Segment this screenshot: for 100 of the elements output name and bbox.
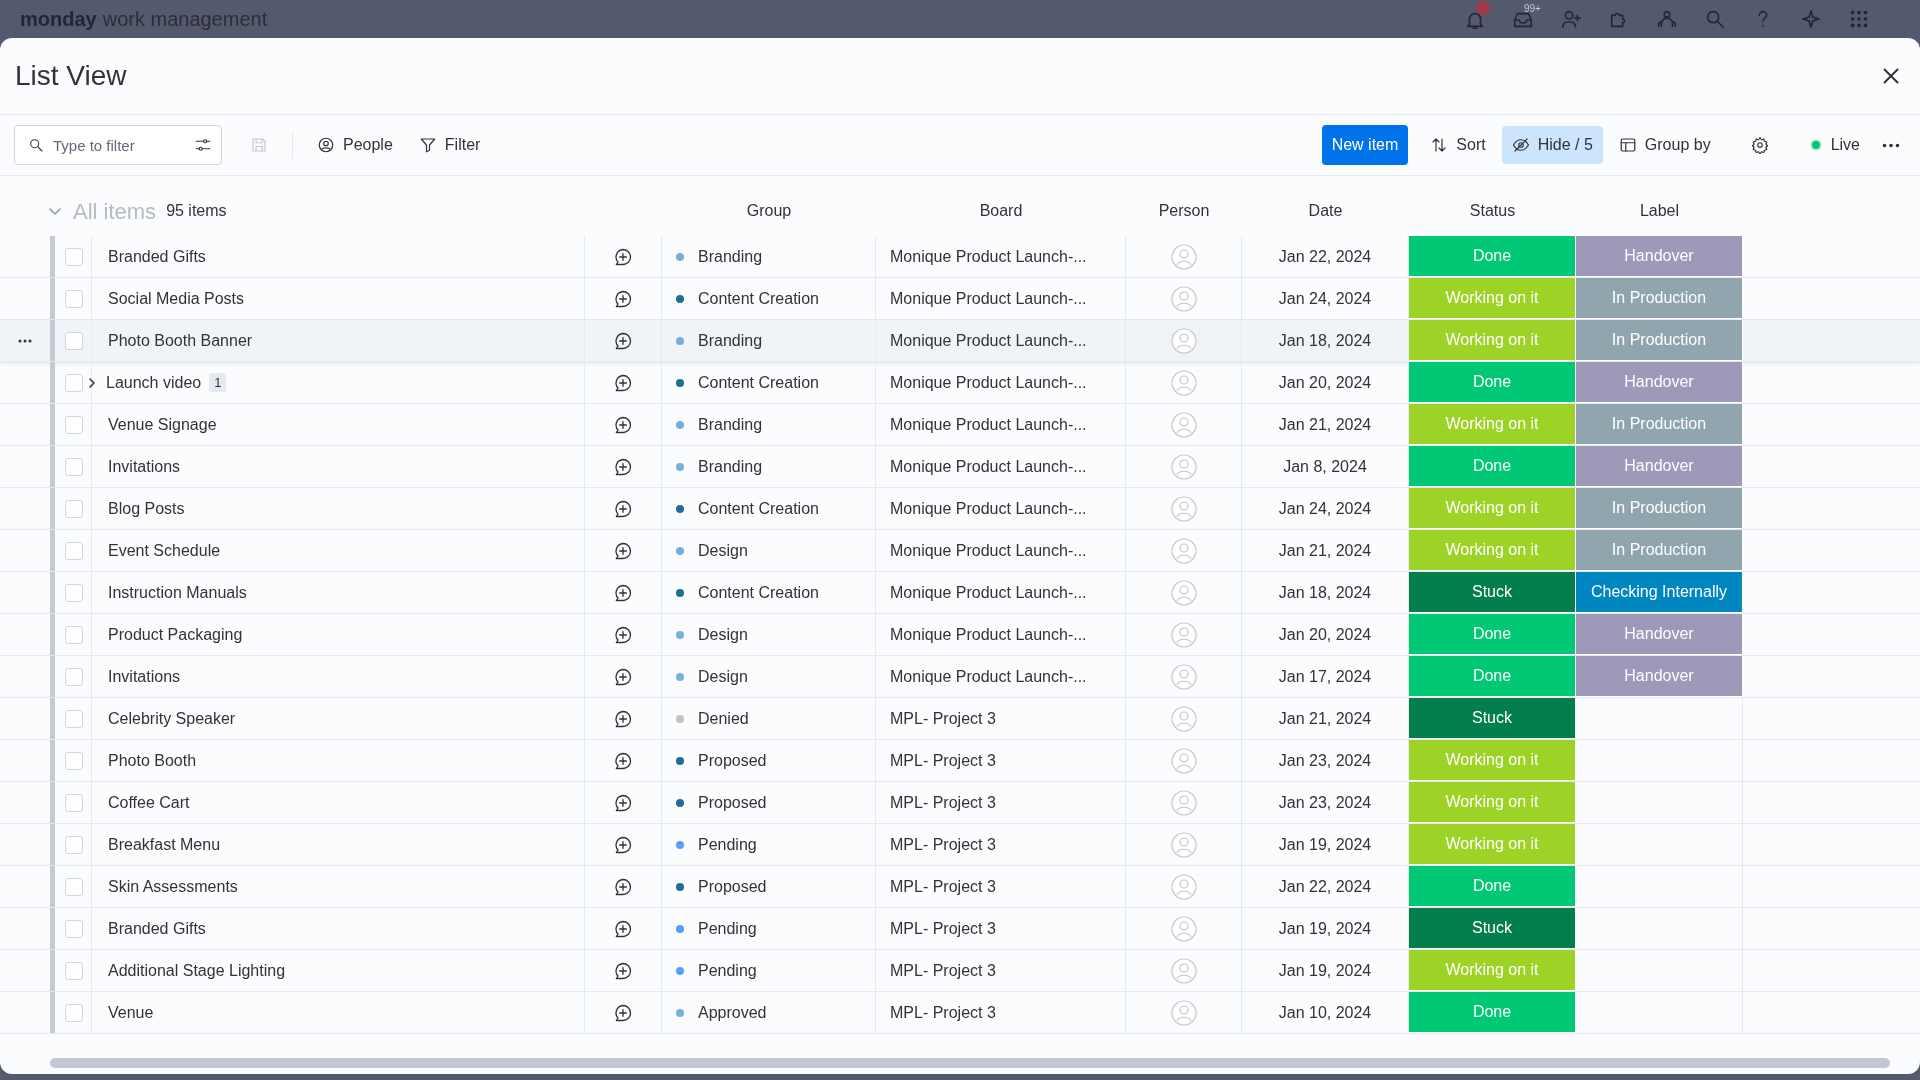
- row-checkbox[interactable]: [65, 415, 83, 434]
- row-checkbox[interactable]: [65, 1003, 83, 1022]
- person-avatar-icon[interactable]: [1170, 915, 1197, 942]
- person-avatar-icon[interactable]: [1170, 369, 1197, 396]
- add-update-icon[interactable]: [613, 540, 633, 561]
- add-update-icon[interactable]: [613, 834, 633, 855]
- person-avatar-icon[interactable]: [1170, 831, 1197, 858]
- item-name[interactable]: Venue: [108, 1000, 154, 1025]
- label-cell[interactable]: In Production: [1576, 320, 1743, 361]
- status-cell[interactable]: Stuck: [1409, 572, 1576, 613]
- apps-grid-icon[interactable]: [1848, 8, 1870, 30]
- search-icon[interactable]: [1704, 8, 1726, 30]
- item-name[interactable]: Photo Booth: [108, 748, 197, 773]
- person-add-icon[interactable]: [1560, 8, 1582, 30]
- item-name[interactable]: Skin Assessments: [108, 874, 238, 899]
- person-avatar-icon[interactable]: [1170, 705, 1197, 732]
- toolbar-button[interactable]: Hide / 5: [1501, 126, 1603, 164]
- person-avatar-icon[interactable]: [1170, 285, 1197, 312]
- add-update-icon[interactable]: [613, 666, 633, 687]
- add-update-icon[interactable]: [613, 414, 633, 435]
- label-cell[interactable]: In Production: [1576, 530, 1743, 571]
- person-avatar-icon[interactable]: [1170, 411, 1197, 438]
- status-cell[interactable]: Stuck: [1409, 698, 1576, 739]
- item-name[interactable]: Breakfast Menu: [108, 832, 221, 857]
- add-update-icon[interactable]: [613, 876, 633, 897]
- new-item-button[interactable]: New item: [1321, 125, 1409, 165]
- row-checkbox[interactable]: [65, 961, 83, 980]
- item-name[interactable]: Blog Posts: [108, 496, 185, 521]
- item-name[interactable]: Launch video: [106, 370, 202, 395]
- row-checkbox[interactable]: [65, 751, 83, 770]
- status-cell[interactable]: Stuck: [1409, 908, 1576, 949]
- chevron-icon[interactable]: [86, 376, 98, 389]
- person-avatar-icon[interactable]: [1170, 873, 1197, 900]
- add-update-icon[interactable]: [613, 750, 633, 771]
- add-update-icon[interactable]: [613, 456, 633, 477]
- person-avatar-icon[interactable]: [1170, 327, 1197, 354]
- item-name[interactable]: Product Packaging: [108, 622, 243, 647]
- row-checkbox[interactable]: [65, 289, 83, 308]
- add-update-icon[interactable]: [613, 246, 633, 267]
- row-checkbox[interactable]: [65, 583, 83, 602]
- sliders-icon[interactable]: [194, 136, 212, 154]
- add-update-icon[interactable]: [613, 330, 633, 351]
- horizontal-scrollbar[interactable]: [50, 1058, 1890, 1068]
- sparkle-icon[interactable]: [1800, 8, 1822, 30]
- item-name[interactable]: Social Media Posts: [108, 286, 245, 311]
- item-name[interactable]: Invitations: [108, 664, 181, 689]
- item-name[interactable]: Invitations: [108, 454, 181, 479]
- add-update-icon[interactable]: [613, 1002, 633, 1023]
- toolbar-button[interactable]: Filter: [408, 126, 491, 164]
- hovered-row[interactable]: Photo Booth Banner Branding Monique Product Launch-... Jan 18, 2024 Working on it In Production: [0, 320, 1920, 362]
- row-checkbox[interactable]: [65, 877, 83, 896]
- live-button[interactable]: Live: [1798, 126, 1870, 164]
- add-update-icon[interactable]: [613, 792, 633, 813]
- person-avatar-icon[interactable]: [1170, 495, 1197, 522]
- add-update-icon[interactable]: [613, 582, 633, 603]
- label-cell[interactable]: In Production: [1576, 488, 1743, 529]
- label-cell[interactable]: Handover: [1576, 446, 1743, 487]
- row-checkbox[interactable]: [65, 247, 83, 266]
- item-name[interactable]: Branded Gifts: [108, 244, 206, 269]
- row-checkbox[interactable]: [65, 373, 83, 392]
- row-checkbox[interactable]: [65, 331, 83, 350]
- person-avatar-icon[interactable]: [1170, 999, 1197, 1026]
- row-checkbox[interactable]: [65, 457, 83, 476]
- add-update-icon[interactable]: [613, 372, 633, 393]
- person-avatar-icon[interactable]: [1170, 579, 1197, 606]
- row-checkbox[interactable]: [65, 835, 83, 854]
- person-avatar-icon[interactable]: [1170, 243, 1197, 270]
- row-checkbox[interactable]: [65, 667, 83, 686]
- person-avatar-icon[interactable]: [1170, 747, 1197, 774]
- label-cell[interactable]: In Production: [1576, 278, 1743, 319]
- row-checkbox[interactable]: [65, 499, 83, 518]
- item-name[interactable]: Coffee Cart: [108, 790, 190, 815]
- toolbar-button[interactable]: Sort: [1420, 126, 1496, 164]
- person-avatar-icon[interactable]: [1170, 663, 1197, 690]
- person-avatar-icon[interactable]: [1170, 789, 1197, 816]
- person-avatar-icon[interactable]: [1170, 957, 1197, 984]
- item-name[interactable]: Celebrity Speaker: [108, 706, 236, 731]
- person-avatar-icon[interactable]: [1170, 537, 1197, 564]
- row-checkbox[interactable]: [65, 709, 83, 728]
- row-checkbox[interactable]: [65, 919, 83, 938]
- item-name[interactable]: Venue Signage: [108, 412, 217, 437]
- label-cell[interactable]: Handover: [1576, 614, 1743, 655]
- row-checkbox[interactable]: [65, 793, 83, 812]
- person-avatar-icon[interactable]: [1170, 453, 1197, 480]
- item-name[interactable]: Event Schedule: [108, 538, 221, 563]
- add-update-icon[interactable]: [613, 498, 633, 519]
- item-name[interactable]: Branded Gifts: [108, 916, 206, 941]
- row-checkbox[interactable]: [65, 541, 83, 560]
- add-update-icon[interactable]: [613, 960, 633, 981]
- add-update-icon[interactable]: [613, 708, 633, 729]
- label-cell[interactable]: Handover: [1576, 656, 1743, 697]
- add-update-icon[interactable]: [613, 918, 633, 939]
- add-update-icon[interactable]: [613, 624, 633, 645]
- more-icon[interactable]: [18, 338, 32, 343]
- item-name[interactable]: Instruction Manuals: [108, 580, 247, 605]
- item-name[interactable]: Additional Stage Lighting: [108, 958, 286, 983]
- label-cell[interactable]: Checking Internally: [1576, 572, 1743, 613]
- toolbar-button[interactable]: Group by: [1608, 126, 1721, 164]
- toolbar-button[interactable]: People: [307, 126, 403, 164]
- people-icon[interactable]: [1656, 8, 1678, 30]
